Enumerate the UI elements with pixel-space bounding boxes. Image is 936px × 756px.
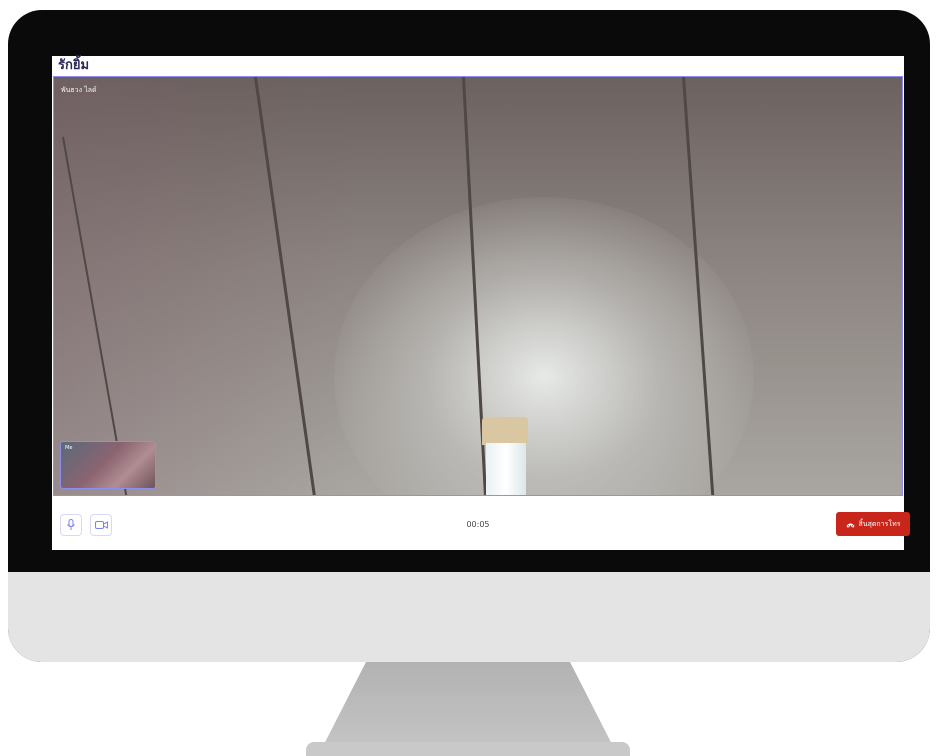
remote-participant-name: พันธวง ไลด์: [61, 86, 97, 94]
remote-video: พันธวง ไลด์ Me: [53, 76, 903, 496]
self-view-name: Me: [65, 445, 73, 451]
monitor-chin: [8, 572, 930, 662]
video-shading: [54, 77, 354, 495]
end-call-button[interactable]: สิ้นสุดการโทร: [836, 512, 910, 536]
ceiling-lamp-tube: [486, 443, 526, 495]
end-call-label: สิ้นสุดการโทร: [858, 519, 901, 528]
call-timer: 00:05: [466, 520, 490, 529]
call-title: รักยิ้ม: [58, 58, 90, 73]
ceiling-lamp-cap: [482, 417, 528, 445]
self-view-video[interactable]: Me: [60, 441, 156, 489]
video-highlight: [334, 197, 754, 495]
video-call-screen: รักยิ้ม พันธวง ไลด์ Me 00:05 สิ้นสุดการโ…: [52, 56, 910, 550]
call-control-bar: 00:05 สิ้นสุดการโทร: [52, 498, 910, 550]
monitor-stand-base: [306, 742, 630, 756]
monitor-frame: รักยิ้ม พันธวง ไลด์ Me 00:05 สิ้นสุดการโ…: [8, 10, 930, 662]
phone-hangup-icon: [845, 523, 855, 528]
